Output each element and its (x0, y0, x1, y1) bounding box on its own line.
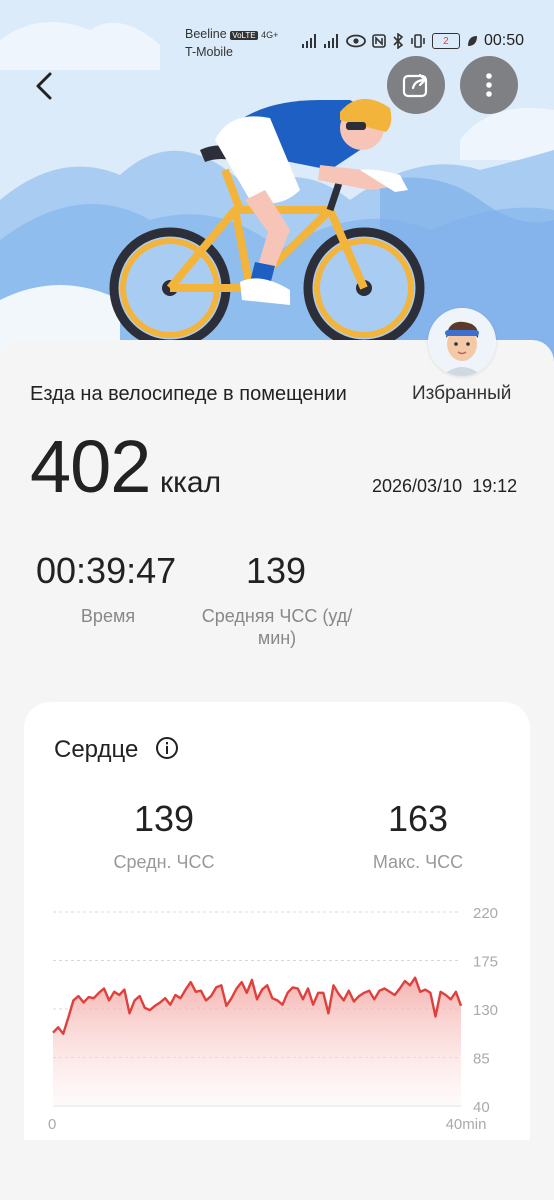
network-type: 4G+ (261, 30, 279, 40)
signal-icon-2 (323, 34, 338, 48)
eye-icon (346, 34, 366, 48)
signal-icon (301, 34, 316, 48)
avg-hr-label-line2: мин) (257, 628, 297, 648)
leaf-icon (467, 36, 477, 46)
x-tick-label: 0 (48, 1116, 56, 1133)
status-icons: 2 00:50 (301, 32, 524, 50)
heart-rate-card: Сердце 139 Средн. ЧСС 163 Макс. ЧСС 220 1… (24, 702, 530, 1162)
calories-unit: ккал (160, 466, 222, 499)
avatar[interactable] (428, 308, 496, 376)
vibrate-icon (411, 34, 425, 48)
calories-value: 402 (30, 425, 151, 508)
y-tick-label: 40 (473, 1099, 490, 1116)
avg-hr-label: Средняя ЧСС (уд/ мин) (196, 605, 358, 649)
heart-rate-chart: 220 175 130 85 40 0 40min (48, 905, 498, 1133)
bottom-area (0, 1140, 554, 1200)
chevron-left-icon (36, 72, 52, 100)
back-button[interactable] (28, 64, 68, 108)
carrier-info: Beeline VoLTE 4G+ T-Mobile (185, 26, 278, 60)
avg-hr-label-line1: Средняя ЧСС (уд/ (201, 606, 353, 626)
status-bar: Beeline VoLTE 4G+ T-Mobile 2 00:50 (0, 26, 554, 66)
y-tick-label: 85 (473, 1051, 490, 1068)
duration-label: Время (80, 606, 136, 626)
carrier-2: T-Mobile (185, 45, 233, 59)
y-tick-label: 175 (473, 954, 498, 971)
status-time: 00:50 (483, 32, 524, 49)
y-tick-label: 130 (473, 1002, 498, 1019)
carrier-1: Beeline VoLTE 4G+ (185, 27, 279, 41)
bluetooth-icon (393, 33, 404, 49)
x-tick-label: 40min (446, 1116, 487, 1133)
battery-icon: 2 (431, 33, 460, 49)
nfc-icon (372, 34, 386, 48)
volte-badge: VoLTE (230, 31, 258, 40)
more-vertical-icon (486, 73, 492, 97)
user-avatar-icon (428, 308, 496, 376)
avg-hr-value: 139 (246, 550, 307, 591)
share-icon (402, 73, 428, 98)
workout-date: 2026/03/10 19:12 (372, 476, 518, 496)
y-tick-label: 220 (473, 905, 498, 922)
favorite-button[interactable]: Избранный (412, 383, 511, 405)
duration-value: 00:39:47 (36, 550, 177, 591)
share-button[interactable] (387, 56, 445, 114)
more-options-button[interactable] (460, 56, 518, 114)
activity-title: Езда на велосипеде в помещении (30, 383, 347, 405)
